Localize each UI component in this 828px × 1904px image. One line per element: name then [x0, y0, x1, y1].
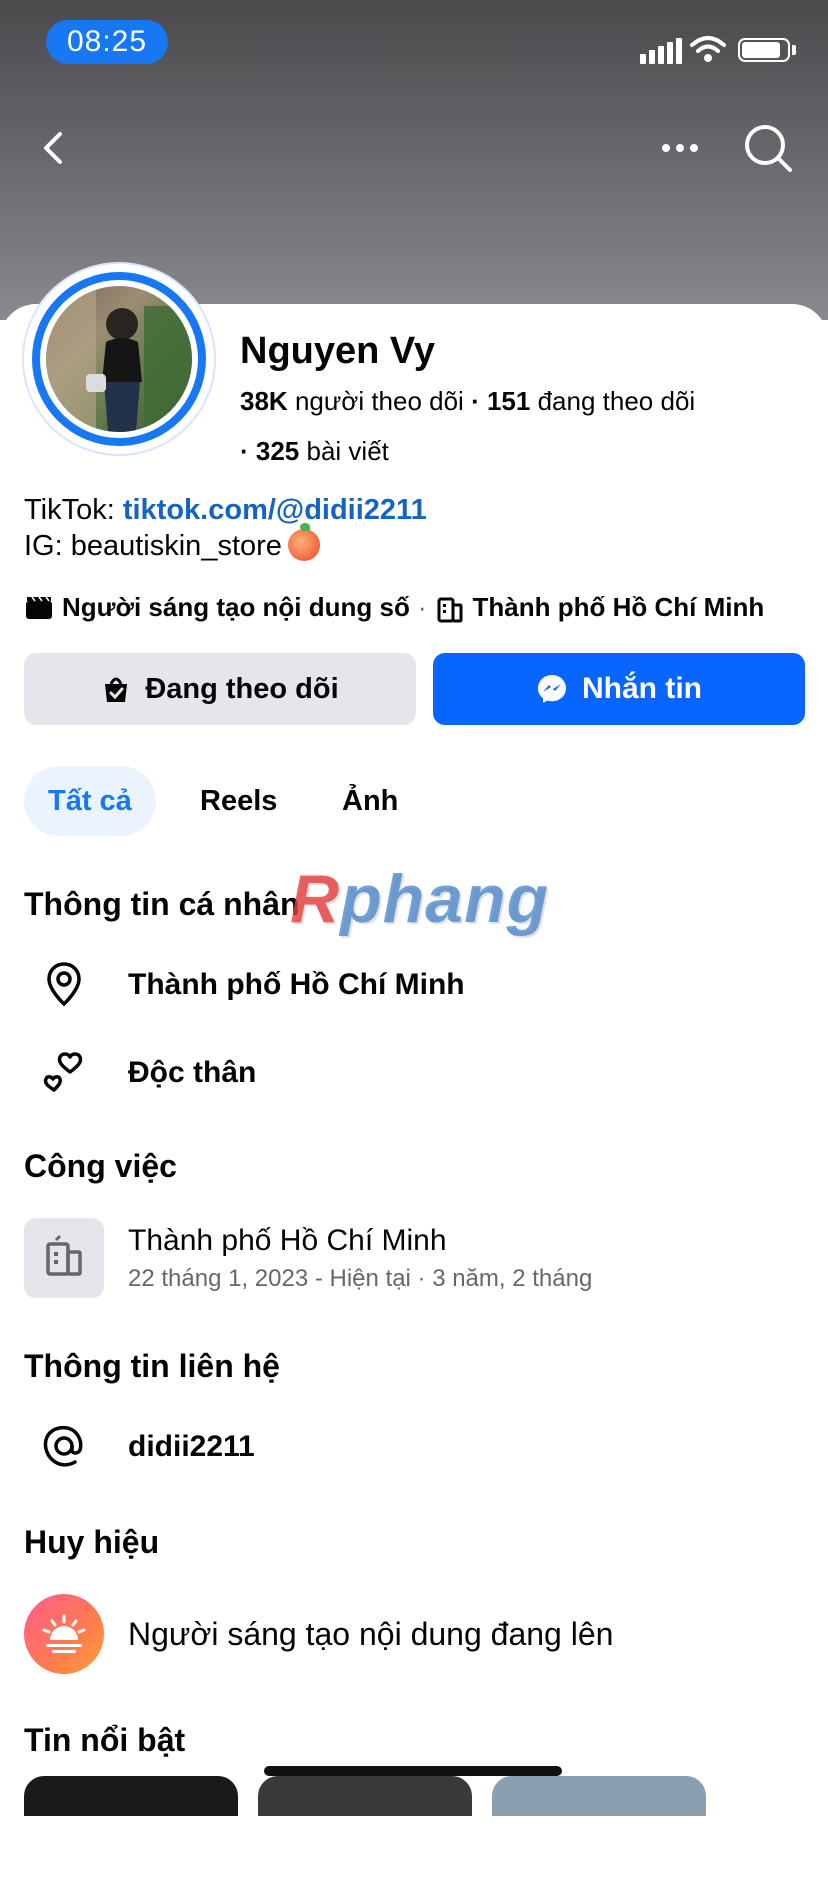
following-label[interactable]: đang theo dõi	[538, 386, 696, 416]
posts-count: 325	[255, 436, 300, 466]
building-icon	[437, 597, 463, 622]
contact-title: Thông tin liên hệ	[24, 1348, 280, 1384]
work-building-icon-box	[24, 1218, 104, 1298]
tiktok-link[interactable]: tiktok.com/@didii2211	[123, 494, 427, 526]
search-button[interactable]	[738, 118, 798, 178]
clapperboard-icon	[26, 596, 52, 619]
battery-icon	[738, 38, 790, 62]
more-options-button[interactable]	[650, 118, 710, 178]
relationship-status-text: Độc thân	[128, 1056, 257, 1089]
rising-creator-badge-icon	[24, 1594, 104, 1674]
bio-tiktok-prefix: TikTok:	[24, 494, 123, 526]
avatar-photo	[46, 286, 192, 432]
building-icon	[46, 1234, 82, 1276]
profile-category: Người sáng tạo nội dung số	[62, 592, 410, 622]
profile-bio: TikTok: tiktok.com/@didii2211 IG: beauti…	[24, 492, 427, 564]
followers-count[interactable]: 38K	[240, 386, 288, 416]
message-button-label: Nhắn tin	[582, 672, 702, 705]
posts-label: bài viết	[306, 436, 389, 466]
signal-icon	[638, 30, 682, 70]
chevron-left-icon	[44, 132, 62, 164]
message-button[interactable]: Nhắn tin	[433, 653, 805, 725]
badges-title: Huy hiệu	[24, 1524, 160, 1560]
following-check-icon	[105, 677, 128, 702]
following-button-label: Đang theo dõi	[145, 672, 339, 705]
featured-story-2[interactable]	[258, 1776, 472, 1816]
tab-all[interactable]: Tất cả	[24, 766, 156, 836]
featured-title: Tin nổi bật	[24, 1722, 186, 1758]
status-time: 08:25	[46, 20, 168, 64]
back-button[interactable]	[26, 118, 86, 178]
profile-meta: Người sáng tạo nội dung số · Thành phố H…	[24, 592, 764, 623]
featured-story-1[interactable]	[24, 1776, 238, 1816]
wifi-icon	[690, 36, 726, 62]
featured-story-3[interactable]	[492, 1776, 706, 1816]
contact-username[interactable]: didii2211	[128, 1430, 255, 1464]
following-button[interactable]: Đang theo dõi	[24, 653, 416, 725]
location-pin-icon	[47, 962, 81, 1007]
profile-stats: 38K người theo dõi · 151 đang theo dõi	[240, 386, 696, 416]
tab-photos[interactable]: Ảnh	[318, 766, 422, 836]
watermark-logo: Rphang	[290, 861, 550, 937]
status-icons	[638, 30, 798, 70]
at-sign-icon	[43, 1425, 83, 1467]
tab-reels[interactable]: Reels	[176, 766, 301, 836]
messenger-icon	[538, 675, 566, 703]
bio-ig: IG: beautiskin_store	[24, 530, 282, 562]
personal-info-title: Thông tin cá nhân	[24, 886, 300, 922]
work-title: Công việc	[24, 1148, 177, 1184]
personal-location-text: Thành phố Hồ Chí Minh	[128, 968, 465, 1001]
peach-emoji-icon	[287, 523, 320, 561]
work-place[interactable]: Thành phố Hồ Chí Minh	[128, 1224, 447, 1258]
badge-text[interactable]: Người sáng tạo nội dung đang lên	[128, 1616, 613, 1653]
posts-stat: · 325 bài viết	[240, 436, 389, 466]
more-icon	[662, 144, 698, 152]
profile-name: Nguyen Vy	[240, 330, 435, 372]
search-icon	[745, 125, 792, 172]
home-indicator	[264, 1766, 562, 1776]
following-count[interactable]: 151	[487, 386, 530, 416]
profile-avatar[interactable]	[24, 264, 214, 454]
relationship-hearts-icon	[43, 1052, 83, 1092]
work-detail: 22 tháng 1, 2023 - Hiện tại · 3 năm, 2 t…	[128, 1265, 593, 1292]
followers-label[interactable]: người theo dõi	[295, 386, 464, 416]
profile-location: Thành phố Hồ Chí Minh	[472, 592, 765, 622]
